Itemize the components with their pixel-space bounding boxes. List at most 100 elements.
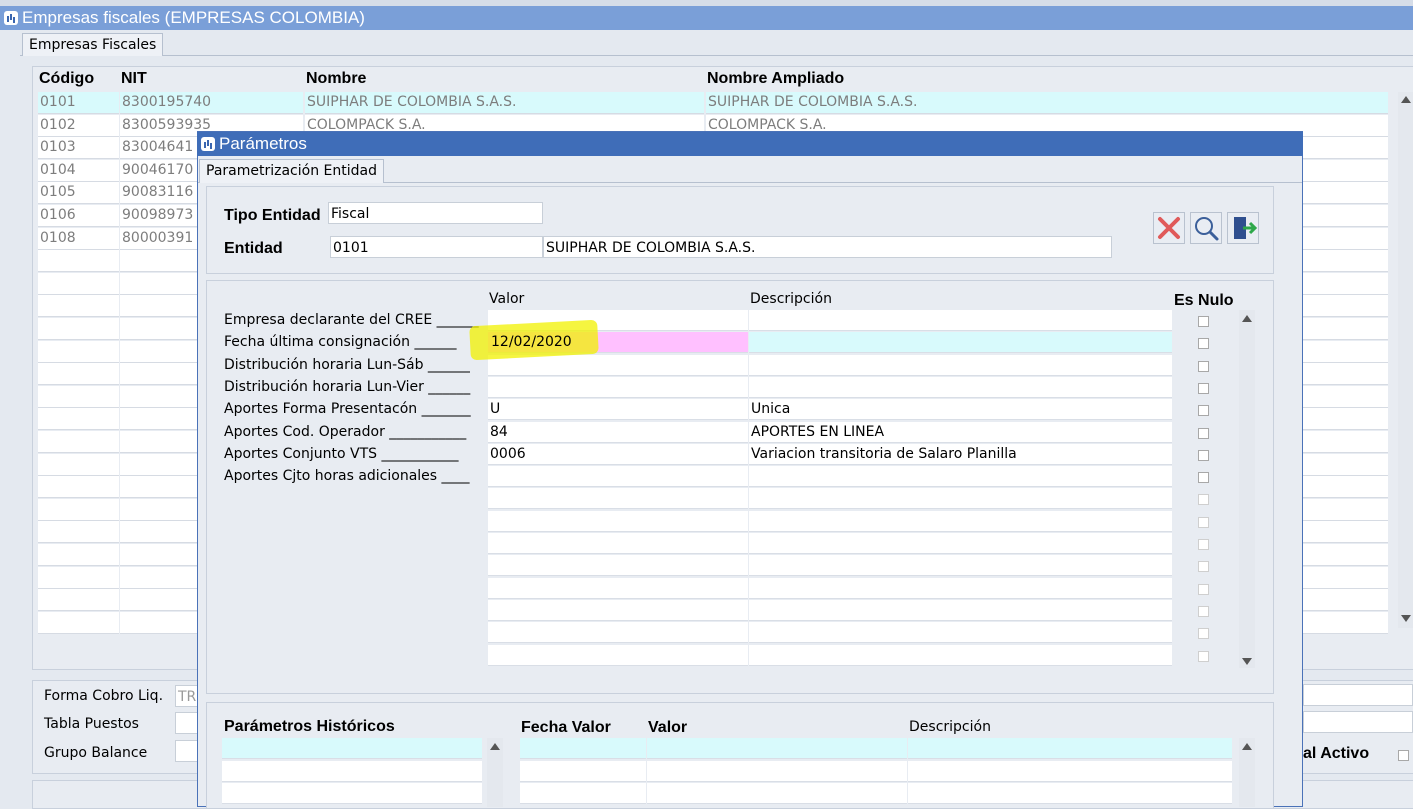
param-descripcion-cell[interactable] bbox=[749, 488, 1172, 510]
param-descripcion-cell[interactable] bbox=[749, 599, 1172, 621]
activo-checkbox[interactable] bbox=[1398, 750, 1409, 761]
params-scroll-up-icon[interactable] bbox=[1242, 315, 1252, 322]
param-valor-cell[interactable] bbox=[488, 466, 748, 488]
hist-param-cell[interactable] bbox=[222, 760, 482, 782]
param-valor-cell[interactable] bbox=[488, 555, 748, 577]
grid-cell[interactable] bbox=[38, 431, 119, 453]
grid-cell[interactable]: 0101 bbox=[38, 92, 119, 114]
hist-fecha-cell[interactable] bbox=[520, 738, 646, 759]
grid-cell[interactable] bbox=[38, 340, 119, 363]
params-scroll-down-icon[interactable] bbox=[1242, 658, 1252, 665]
param-descripcion-cell[interactable] bbox=[749, 310, 1172, 331]
hist-descripcion-cell[interactable] bbox=[908, 760, 1232, 782]
grid-cell[interactable]: 0106 bbox=[38, 205, 119, 227]
es-nulo-checkbox[interactable] bbox=[1198, 405, 1209, 417]
exit-button[interactable] bbox=[1227, 212, 1259, 244]
es-nulo-checkbox[interactable] bbox=[1198, 316, 1209, 327]
param-descripcion-cell[interactable] bbox=[749, 577, 1172, 599]
scroll-up-icon[interactable] bbox=[1401, 96, 1411, 103]
param-descripcion-cell[interactable] bbox=[749, 555, 1172, 577]
grid-cell[interactable] bbox=[38, 453, 119, 476]
search-button[interactable] bbox=[1190, 212, 1222, 244]
grid-cell[interactable] bbox=[38, 611, 119, 634]
grid-cell[interactable] bbox=[38, 476, 119, 499]
grid-cell[interactable] bbox=[38, 272, 119, 295]
entidad-code-input[interactable]: 0101 bbox=[330, 236, 543, 258]
grid-cell[interactable]: 0108 bbox=[38, 227, 119, 250]
hist-left-scrollbar[interactable] bbox=[487, 738, 503, 807]
grid-cell[interactable] bbox=[38, 408, 119, 431]
right-field-2[interactable] bbox=[1303, 711, 1413, 733]
hist-valor-cell[interactable] bbox=[647, 738, 907, 759]
param-valor-cell[interactable]: 84 bbox=[488, 421, 748, 443]
grid-cell[interactable] bbox=[38, 250, 119, 273]
param-descripcion-cell[interactable] bbox=[749, 644, 1172, 666]
param-descripcion-cell[interactable] bbox=[749, 354, 1172, 376]
grid-cell[interactable]: SUIPHAR DE COLOMBIA S.A.S. bbox=[706, 92, 1388, 114]
main-scrollbar[interactable] bbox=[1398, 92, 1413, 628]
es-nulo-checkbox[interactable] bbox=[1198, 338, 1209, 350]
param-descripcion-cell[interactable] bbox=[749, 622, 1172, 644]
grid-cell[interactable]: 8300195740 bbox=[120, 92, 303, 114]
fecha-valor-text[interactable]: 12/02/2020 bbox=[491, 333, 572, 351]
es-nulo-checkbox[interactable] bbox=[1198, 583, 1209, 595]
grid-cell[interactable]: 0103 bbox=[38, 137, 119, 160]
grid-cell[interactable]: 0104 bbox=[38, 159, 119, 182]
grid-cell[interactable] bbox=[38, 295, 119, 318]
grid-cell[interactable]: 0102 bbox=[38, 114, 119, 137]
grid-cell[interactable] bbox=[38, 544, 119, 566]
param-descripcion-cell[interactable] bbox=[749, 466, 1172, 488]
es-nulo-checkbox[interactable] bbox=[1198, 516, 1209, 528]
es-nulo-checkbox[interactable] bbox=[1198, 360, 1209, 372]
param-valor-cell[interactable]: U bbox=[488, 399, 748, 421]
tab-parametrizacion-entidad[interactable]: Parametrización Entidad bbox=[199, 159, 384, 183]
param-descripcion-cell[interactable] bbox=[749, 510, 1172, 532]
grid-cell[interactable] bbox=[38, 363, 119, 386]
es-nulo-checkbox[interactable] bbox=[1198, 650, 1209, 662]
param-valor-cell[interactable] bbox=[488, 488, 748, 510]
param-descripcion-cell[interactable] bbox=[749, 332, 1172, 354]
es-nulo-checkbox[interactable] bbox=[1198, 427, 1209, 439]
grid-cell[interactable] bbox=[38, 318, 119, 340]
hist-left-scroll-up-icon[interactable] bbox=[490, 743, 500, 750]
param-valor-cell[interactable] bbox=[488, 622, 748, 644]
param-valor-cell[interactable] bbox=[488, 376, 748, 398]
grid-cell[interactable] bbox=[38, 498, 119, 521]
param-valor-cell[interactable] bbox=[488, 599, 748, 621]
param-descripcion-cell[interactable]: Variacion transitoria de Salaro Planilla bbox=[749, 443, 1172, 465]
hist-fecha-cell[interactable] bbox=[520, 783, 646, 804]
grid-cell[interactable] bbox=[38, 521, 119, 544]
es-nulo-checkbox[interactable] bbox=[1198, 539, 1209, 550]
delete-button[interactable] bbox=[1153, 212, 1185, 244]
es-nulo-checkbox[interactable] bbox=[1198, 449, 1209, 461]
hist-right-scroll-up-icon[interactable] bbox=[1242, 743, 1252, 750]
hist-param-cell[interactable] bbox=[222, 783, 482, 804]
right-field-1[interactable] bbox=[1303, 684, 1413, 706]
param-descripcion-cell[interactable] bbox=[749, 376, 1172, 398]
param-valor-cell[interactable] bbox=[488, 577, 748, 599]
tab-empresas-fiscales[interactable]: Empresas Fiscales bbox=[22, 33, 164, 56]
es-nulo-checkbox[interactable] bbox=[1198, 494, 1209, 506]
entidad-name-input[interactable]: SUIPHAR DE COLOMBIA S.A.S. bbox=[543, 236, 1112, 258]
param-descripcion-cell[interactable] bbox=[749, 533, 1172, 554]
param-valor-cell[interactable]: 0006 bbox=[488, 443, 748, 465]
hist-param-cell[interactable] bbox=[222, 738, 482, 759]
hist-descripcion-cell[interactable] bbox=[908, 783, 1232, 804]
grid-cell[interactable]: SUIPHAR DE COLOMBIA S.A.S. bbox=[305, 92, 704, 114]
param-valor-cell[interactable] bbox=[488, 644, 748, 666]
tipo-entidad-input[interactable]: Fiscal bbox=[328, 202, 543, 224]
hist-fecha-cell[interactable] bbox=[520, 760, 646, 782]
hist-right-scrollbar[interactable] bbox=[1239, 738, 1255, 807]
hist-valor-cell[interactable] bbox=[647, 760, 907, 782]
es-nulo-checkbox[interactable] bbox=[1198, 605, 1209, 617]
grid-cell[interactable] bbox=[38, 385, 119, 408]
hist-valor-cell[interactable] bbox=[647, 783, 907, 804]
param-valor-cell[interactable] bbox=[488, 510, 748, 532]
hist-descripcion-cell[interactable] bbox=[908, 738, 1232, 759]
param-descripcion-cell[interactable]: Unica bbox=[749, 399, 1172, 421]
scroll-down-icon[interactable] bbox=[1401, 615, 1411, 622]
es-nulo-checkbox[interactable] bbox=[1198, 472, 1209, 484]
es-nulo-checkbox[interactable] bbox=[1198, 561, 1209, 573]
grid-cell[interactable] bbox=[38, 566, 119, 589]
grid-cell[interactable] bbox=[38, 589, 119, 612]
